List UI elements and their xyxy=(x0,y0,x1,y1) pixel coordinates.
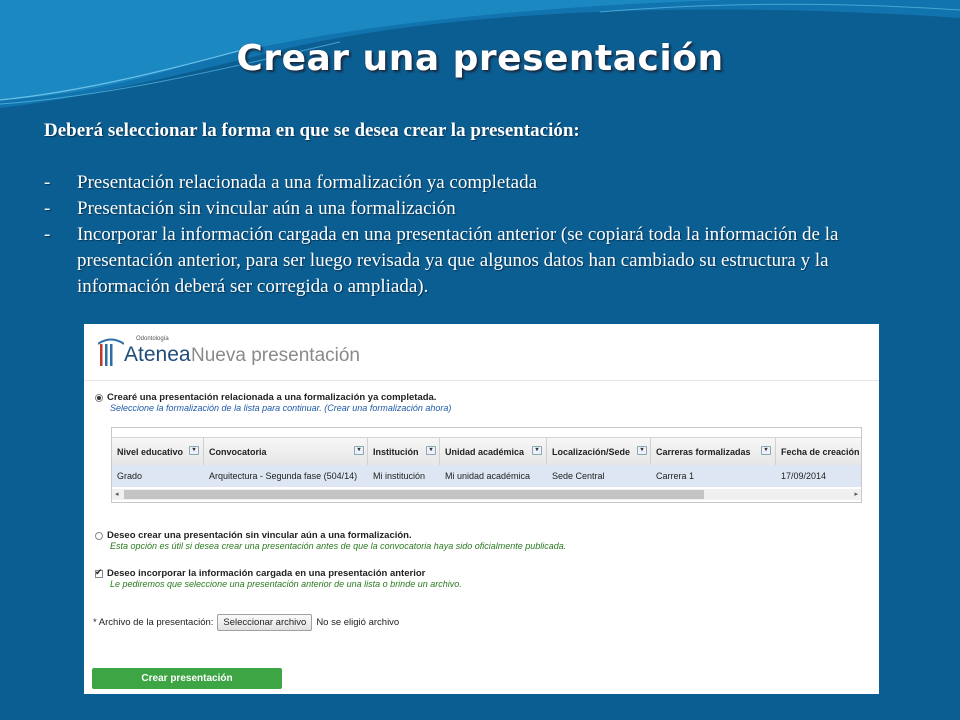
file-field-label: * Archivo de la presentación: xyxy=(93,617,214,628)
option-label[interactable]: Crearé una presentación relacionada a un… xyxy=(107,392,436,403)
scrollbar-thumb[interactable] xyxy=(124,490,704,499)
option-related-formalization: Crearé una presentación relacionada a un… xyxy=(95,392,451,413)
sort-dropdown-icon[interactable]: ▾ xyxy=(354,446,364,455)
horizontal-scrollbar[interactable]: ◂ ▸ xyxy=(112,489,861,500)
option-unlinked: Deseo crear una presentación sin vincula… xyxy=(95,530,566,551)
table-header: Nivel educativo ▾ Convocatoria ▾ Instituci… xyxy=(112,437,861,466)
logo-name: Atenea xyxy=(124,343,191,366)
app-header: Odontología Atenea Nueva presentación xyxy=(84,324,879,381)
select-file-button[interactable]: Seleccionar archivo xyxy=(217,614,313,631)
scroll-left-icon[interactable]: ◂ xyxy=(115,489,119,500)
table-cell: Sede Central xyxy=(552,471,605,481)
column-header[interactable]: Localización/Sede ▾ xyxy=(547,438,651,465)
column-header[interactable]: Institución ▾ xyxy=(368,438,440,465)
create-presentation-button[interactable]: Crear presentación xyxy=(92,668,282,689)
file-status: No se eligió archivo xyxy=(316,617,400,628)
table-cell: Mi institución xyxy=(373,471,426,481)
column-header[interactable]: Carreras formalizadas ▾ xyxy=(651,438,776,465)
column-header[interactable]: Unidad académica ▾ xyxy=(440,438,547,465)
radio-icon[interactable] xyxy=(95,531,103,540)
page-title: Nueva presentación xyxy=(191,345,360,366)
atenea-logo-icon xyxy=(98,338,124,366)
app-screenshot: Odontología Atenea Nueva presentación Cr… xyxy=(84,324,879,694)
table-cell: Grado xyxy=(117,471,143,481)
table-cell: Arquitectura - Segunda fase (504/14) xyxy=(209,471,358,481)
sort-dropdown-icon[interactable]: ▾ xyxy=(637,446,647,455)
sort-dropdown-icon[interactable]: ▾ xyxy=(426,446,436,455)
radio-icon[interactable] xyxy=(95,393,103,402)
table-cell: Mi unidad académica xyxy=(445,471,531,481)
option-label[interactable]: Deseo crear una presentación sin vincula… xyxy=(107,530,412,541)
table-row[interactable]: Grado Arquitectura - Segunda fase (504/1… xyxy=(112,465,861,487)
option-note: Esta opción es útil si desea crear una p… xyxy=(110,541,567,551)
option-note: Seleccione la formalización de la lista … xyxy=(110,403,452,413)
sort-dropdown-icon[interactable]: ▾ xyxy=(761,446,771,455)
file-field: * Archivo de la presentación: Selecciona… xyxy=(93,614,399,631)
scroll-right-icon[interactable]: ▸ xyxy=(854,489,858,500)
sort-dropdown-icon[interactable]: ▾ xyxy=(189,446,199,455)
slide-bullet-list: - Presentación relacionada a una formaliz… xyxy=(44,170,924,300)
sort-dropdown-icon[interactable]: ▾ xyxy=(532,446,542,455)
option-import-previous: Deseo incorporar la información cargada … xyxy=(95,567,462,589)
option-label[interactable]: Deseo incorporar la información cargada … xyxy=(107,568,425,579)
table-cell: Carrera 1 xyxy=(656,471,695,481)
logo-subtitle: Odontología xyxy=(136,336,169,342)
checkbox-icon[interactable] xyxy=(95,567,103,578)
slide-lead: Deberá seleccionar la forma en que se de… xyxy=(44,120,580,141)
column-header[interactable]: Convocatoria ▾ xyxy=(204,438,368,465)
column-header[interactable]: Fecha de creación xyxy=(776,438,861,465)
slide-body: Deberá seleccionar la forma en que se de… xyxy=(44,118,924,300)
slide-bullet: - Presentación relacionada a una formaliz… xyxy=(44,172,537,193)
slide-title: Crear una presentación xyxy=(236,38,724,79)
create-formalization-link[interactable]: (Crear una formalización ahora) xyxy=(324,403,451,413)
slide-bullet: - Incorporar la información cargada en un… xyxy=(44,224,839,297)
formalizations-table: Nivel educativo ▾ Convocatoria ▾ Instituci… xyxy=(111,427,862,503)
column-header[interactable]: Nivel educativo ▾ xyxy=(112,438,204,465)
option-note: Le pediremos que seleccione una presenta… xyxy=(110,579,462,589)
table-cell: 17/09/2014 xyxy=(781,471,827,481)
slide-bullet: - Presentación sin vincular aún a una for… xyxy=(44,198,456,219)
